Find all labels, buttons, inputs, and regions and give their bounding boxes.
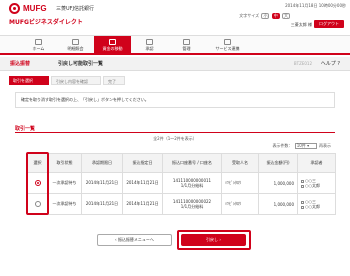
approver-cell: ○○三 ○○太郎: [297, 172, 336, 194]
checkbox-icon: [301, 205, 304, 209]
font-medium-button[interactable]: 中: [271, 13, 280, 19]
font-size-control: 文字サイズ 小 中 大: [239, 13, 290, 19]
date-cell: 2014年11月21日: [122, 193, 163, 215]
status-cell: 一次承認待ち: [47, 172, 82, 194]
nav-approval[interactable]: 承認: [131, 36, 168, 55]
approver-line: ○○太郎: [299, 204, 335, 209]
redisplay-button[interactable]: 再表示: [319, 143, 331, 148]
mufg-logo-icon: [9, 3, 20, 14]
pullback-label: 引戻し: [206, 237, 219, 242]
table-header-row: 選択 取引状態 承認期限日 振込指定日 振込口座番号 / 口座名 受取人名 振込…: [27, 153, 336, 173]
step-complete: 完了: [103, 76, 125, 85]
payee-cell: ﾐﾂﾋﾞｼﾀﾛｳ: [221, 172, 259, 194]
home-icon: [35, 39, 42, 45]
management-icon: [183, 39, 190, 45]
approver-line: ○○太郎: [299, 183, 335, 188]
col-approver: 承認者: [297, 153, 336, 173]
pullback-button[interactable]: 引戻し ›: [181, 234, 246, 246]
step-confirm: 引戻し内容を確認: [51, 76, 101, 85]
help-icon: ?: [337, 61, 340, 67]
result-count: 全2件（1〜2件を表示）: [153, 136, 197, 141]
help-label: ヘルプ: [320, 61, 336, 67]
nav-statements[interactable]: 明細照会: [57, 36, 94, 55]
checkbox-icon: [301, 184, 304, 188]
col-amount: 振込金額(円): [258, 153, 298, 173]
per-page-label: 表示件数：: [272, 143, 293, 148]
per-page-control: 表示件数： 10件 ▾ 再表示: [272, 143, 331, 149]
back-to-menu-button[interactable]: ‹ 振込振替メニューへ: [97, 234, 172, 246]
nav-label: 資金の移動: [102, 46, 123, 51]
deadline-cell: 2014年11月21日: [81, 193, 123, 215]
nav-label: サービス連携: [215, 46, 240, 51]
page-title-bar: 振込振替 引戻し可能取引一覧 BTZE012 ヘルプ ?: [0, 57, 350, 71]
page-title: 引戻し可能取引一覧: [58, 61, 104, 67]
nav-home[interactable]: ホーム: [20, 36, 57, 55]
approver-name: ○○太郎: [305, 204, 320, 209]
user-name: 三菱太郎 様: [290, 22, 312, 27]
back-label: 振込振替メニューへ: [117, 237, 154, 242]
approver-name: ○○太郎: [305, 183, 320, 188]
approver-cell: ○○三 ○○太郎: [297, 193, 336, 215]
header: MUFG 三菱UFJ信託銀行 MUFGビジネスダイレクト 2014年11月18日…: [0, 0, 350, 33]
global-nav: ホーム 明細照会 資金の移動 承認 管理 サービス連携: [0, 35, 350, 55]
col-date: 振込指定日: [122, 153, 163, 173]
col-payee: 受取人名: [221, 153, 259, 173]
transfer-icon: [109, 39, 116, 45]
logout-button[interactable]: ログアウト: [314, 20, 344, 28]
per-page-select[interactable]: 10件 ▾: [294, 143, 317, 149]
bank-name: 三菱UFJ信託銀行: [56, 6, 95, 12]
col-account: 振込口座番号 / 口座名: [162, 153, 222, 173]
table-row: 一次承認待ち 2014年11月21日 2014年11月21日 141110000…: [27, 172, 336, 194]
page-category: 振込振替: [10, 61, 31, 67]
amount-cell: 1,000,000: [258, 172, 298, 194]
payee-cell: ﾐﾂﾋﾞｼﾀﾛｳ: [221, 193, 259, 215]
date-cell: 2014年11月21日: [122, 172, 163, 194]
select-column-highlight: [26, 152, 49, 215]
deadline-cell: 2014年11月21日: [81, 172, 123, 194]
chevron-left-icon: ‹: [115, 237, 117, 242]
nav-service-link[interactable]: サービス連携: [205, 36, 250, 55]
amount-cell: 1,000,000: [258, 193, 298, 215]
nav-label: 承認: [145, 46, 154, 51]
service-name: MUFGビジネスダイレクト: [9, 19, 83, 26]
timestamp: 2014年11月18日 10時00分00秒: [285, 3, 346, 8]
account-name: 1/1月分給料: [180, 182, 204, 188]
service-link-icon: [224, 39, 231, 45]
statement-icon: [72, 39, 79, 45]
nav-label: 管理: [182, 46, 191, 51]
instruction-text: 確定を取り消す取引を選択の上、「引戻し」ボタンを押してください。: [15, 92, 335, 108]
table-row: 一次承認待ち 2014年11月21日 2014年11月21日 141110000…: [27, 193, 336, 215]
status-cell: 一次承認待ち: [47, 193, 82, 215]
chevron-right-icon: ›: [219, 237, 221, 242]
account-name: 1/1月分給料: [180, 203, 204, 209]
account-cell: 141110000000022 1/1月分給料: [162, 193, 222, 215]
account-cell: 141110000000011 1/1月分給料: [162, 172, 222, 194]
col-deadline: 承認期限日: [81, 153, 123, 173]
font-small-button[interactable]: 小: [261, 13, 270, 19]
screen-code: BTZE012: [293, 61, 312, 66]
nav-management[interactable]: 管理: [168, 36, 205, 55]
step-select: 取引を選択: [9, 76, 49, 85]
transaction-table: 選択 取引状態 承認期限日 振込指定日 振込口座番号 / 口座名 受取人名 振込…: [27, 153, 336, 215]
col-status: 取引状態: [47, 153, 82, 173]
brand-name: MUFG: [23, 4, 47, 13]
approval-icon: [146, 39, 153, 45]
nav-label: ホーム: [32, 46, 45, 51]
nav-transfer[interactable]: 資金の移動: [94, 36, 131, 55]
font-size-label: 文字サイズ: [239, 13, 260, 18]
help-link[interactable]: ヘルプ ?: [321, 60, 340, 67]
nav-label: 明細照会: [67, 46, 84, 51]
section-divider: [15, 132, 335, 133]
per-page-value: 10件: [296, 143, 306, 148]
font-large-button[interactable]: 大: [282, 13, 290, 19]
section-title: 取引一覧: [15, 126, 36, 132]
